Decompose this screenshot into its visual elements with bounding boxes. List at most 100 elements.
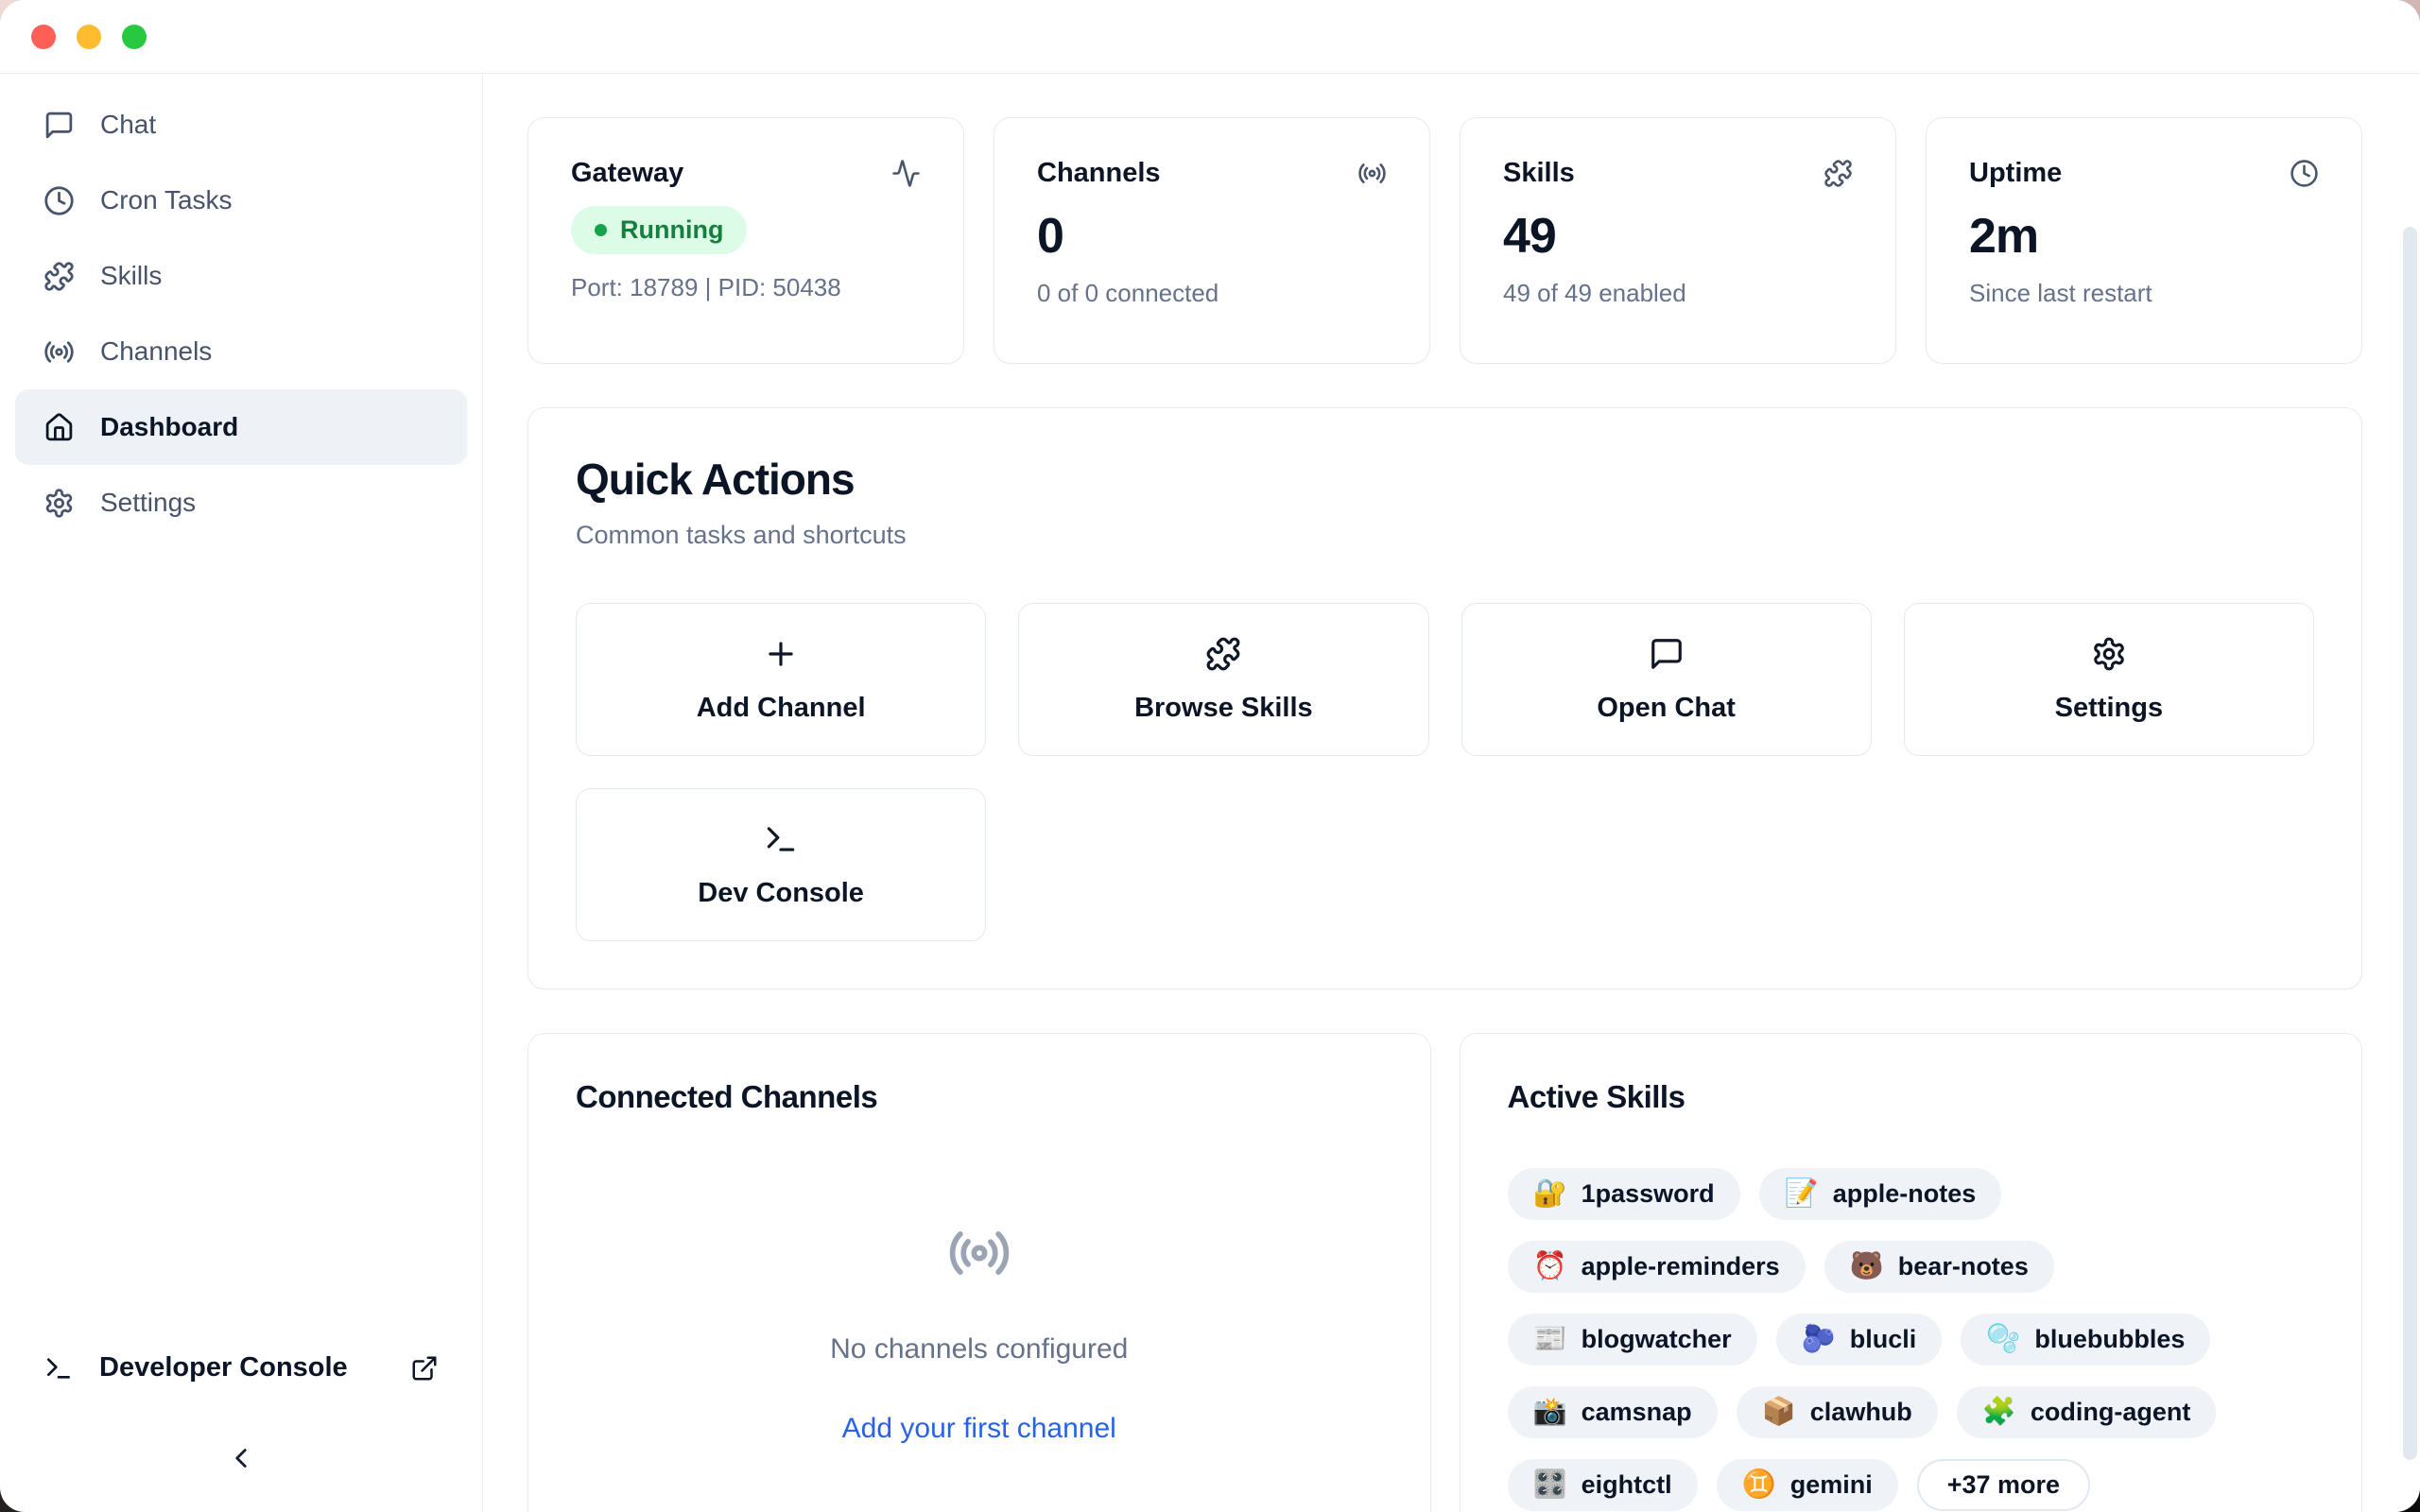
skills-more-label: +37 more: [1947, 1470, 2060, 1500]
skill-name: 1password: [1582, 1179, 1715, 1209]
sidebar-nav: Chat Cron Tasks Skills Channels Dashboard Set…: [0, 87, 482, 541]
skill-name: coding-agent: [2031, 1398, 2191, 1427]
active-skills-title: Active Skills: [1508, 1079, 2315, 1115]
sidebar-item-label: Chat: [100, 110, 156, 140]
skill-badge-camsnap: 📸 camsnap: [1508, 1386, 1718, 1438]
skill-emoji: 📦: [1762, 1399, 1796, 1426]
quick-action-label: Open Chat: [1597, 693, 1736, 724]
bottom-cards: Connected Channels No channels configure…: [527, 1033, 2362, 1512]
app-body: Chat Cron Tasks Skills Channels Dashboard Set…: [0, 74, 2420, 1512]
sidebar-item-channels[interactable]: Channels: [15, 314, 467, 389]
skill-name: blucli: [1850, 1325, 1917, 1354]
quick-actions-title: Quick Actions: [576, 454, 2314, 505]
sidebar-footer: Developer Console: [0, 1352, 482, 1484]
quick-action-buttons: Add ChannelBrowse Skills Open Chat Setting…: [576, 603, 2314, 941]
stat-value: 0: [1037, 208, 1387, 265]
channels-empty-text: No channels configured: [830, 1333, 1128, 1366]
radio-icon: [947, 1221, 1011, 1285]
skill-emoji: 📝: [1785, 1180, 1819, 1208]
stat-subtext: Since last restart: [1969, 279, 2319, 308]
skill-name: bear-notes: [1898, 1252, 2029, 1281]
gear-icon: [43, 488, 75, 519]
skill-emoji: 🫧: [1986, 1326, 2020, 1353]
connected-channels-card: Connected Channels No channels configure…: [527, 1033, 1431, 1512]
active-skills-card: Active Skills 🔐1password 📝 apple-notes ⏰app…: [1460, 1033, 2363, 1512]
puzzle-icon: [1205, 636, 1241, 672]
stat-cards: Gateway Running Port: 18789 | PID: 50438 Ch…: [527, 117, 2362, 364]
activity-icon: [891, 159, 921, 188]
sidebar-item-label: Settings: [100, 488, 196, 518]
quick-action-settings[interactable]: Settings: [1904, 603, 2314, 756]
stat-value: 2m: [1969, 208, 2319, 265]
clock-icon: [2290, 159, 2319, 188]
skill-badge-apple-reminders: ⏰apple-reminders: [1508, 1241, 1806, 1293]
zoom-button[interactable]: [122, 25, 147, 49]
home-icon: [43, 412, 75, 443]
status-badge-label: Running: [620, 215, 723, 245]
stat-subtext: 0 of 0 connected: [1037, 279, 1387, 308]
title-bar: [0, 0, 2420, 74]
sidebar-item-chat[interactable]: Chat: [15, 87, 467, 163]
close-button[interactable]: [31, 25, 56, 49]
developer-console-label: Developer Console: [99, 1352, 348, 1383]
stat-card-uptime: Uptime2mSince last restart: [1926, 117, 2362, 364]
radio-icon: [947, 1221, 1011, 1290]
skill-badge-bear-notes: 🐻 bear-notes: [1824, 1241, 2054, 1293]
add-first-channel-link[interactable]: Add your first channel: [842, 1413, 1116, 1445]
sidebar-item-label: Cron Tasks: [100, 185, 233, 215]
radio-icon: [43, 336, 75, 368]
skill-emoji: 🎛️: [1533, 1471, 1567, 1499]
channels-empty-state: No channels configured Add your first ch…: [576, 1221, 1383, 1445]
sidebar-item-cron-tasks[interactable]: Cron Tasks: [15, 163, 467, 238]
chat-icon: [43, 110, 75, 141]
quick-action-add-channel[interactable]: Add Channel: [576, 603, 986, 756]
connected-channels-title: Connected Channels: [576, 1079, 1383, 1115]
skills-more-button[interactable]: +37 more: [1917, 1459, 2090, 1511]
quick-action-label: Dev Console: [698, 878, 864, 909]
skill-name: blogwatcher: [1582, 1325, 1732, 1354]
clock-icon: [43, 185, 75, 216]
sidebar-item-skills[interactable]: Skills: [15, 238, 467, 314]
quick-action-open-chat[interactable]: Open Chat: [1461, 603, 1872, 756]
stat-title: Gateway: [571, 158, 683, 189]
skill-emoji: ♊: [1742, 1471, 1776, 1499]
collapse-row: [0, 1433, 482, 1484]
skill-name: gemini: [1790, 1470, 1873, 1500]
stat-subtext: 49 of 49 enabled: [1503, 279, 1853, 308]
quick-action-dev-console[interactable]: Dev Console: [576, 788, 986, 941]
skill-name: clawhub: [1810, 1398, 1912, 1427]
skill-badge-bluebubbles: 🫧bluebubbles: [1961, 1314, 2210, 1366]
puzzle-icon: [43, 261, 75, 292]
skill-badge-1password: 🔐1password: [1508, 1168, 1740, 1220]
stat-subtext: Port: 18789 | PID: 50438: [571, 273, 921, 302]
skill-badge-blucli: 🫐 blucli: [1776, 1314, 1943, 1366]
developer-console-link[interactable]: Developer Console: [0, 1352, 482, 1383]
sidebar-item-dashboard[interactable]: Dashboard: [15, 389, 467, 465]
vertical-scrollbar-thumb[interactable]: [2403, 227, 2417, 1460]
quick-action-browse-skills[interactable]: Browse Skills: [1018, 603, 1428, 756]
skill-name: apple-reminders: [1582, 1252, 1780, 1281]
radio-icon: [1357, 159, 1387, 188]
skill-emoji: 🐻: [1850, 1253, 1884, 1280]
skill-emoji: 📸: [1533, 1399, 1567, 1426]
stat-title: Channels: [1037, 158, 1161, 189]
quick-actions-panel: Quick Actions Common tasks and shortcuts…: [527, 407, 2362, 989]
chevron-left-icon: [225, 1442, 257, 1474]
skill-badge-gemini: ♊ gemini: [1717, 1459, 1898, 1511]
status-badge: Running: [571, 206, 747, 254]
stat-value: 49: [1503, 208, 1853, 265]
status-dot: [595, 224, 607, 236]
sidebar-item-label: Channels: [100, 336, 212, 367]
skill-emoji: 🫐: [1802, 1326, 1836, 1353]
skill-badge-coding-agent: 🧩coding-agent: [1957, 1386, 2217, 1438]
minimize-button[interactable]: [77, 25, 101, 49]
stat-title: Skills: [1503, 158, 1575, 189]
sidebar-collapse-button[interactable]: [216, 1433, 267, 1484]
skill-badge-apple-notes: 📝 apple-notes: [1759, 1168, 2002, 1220]
stat-card-gateway: Gateway Running Port: 18789 | PID: 50438: [527, 117, 964, 364]
sidebar-item-settings[interactable]: Settings: [15, 465, 467, 541]
app-window: Chat Cron Tasks Skills Channels Dashboard Set…: [0, 0, 2420, 1512]
plus-icon: [763, 636, 799, 672]
skill-name: camsnap: [1582, 1398, 1692, 1427]
skill-name: apple-notes: [1833, 1179, 1977, 1209]
